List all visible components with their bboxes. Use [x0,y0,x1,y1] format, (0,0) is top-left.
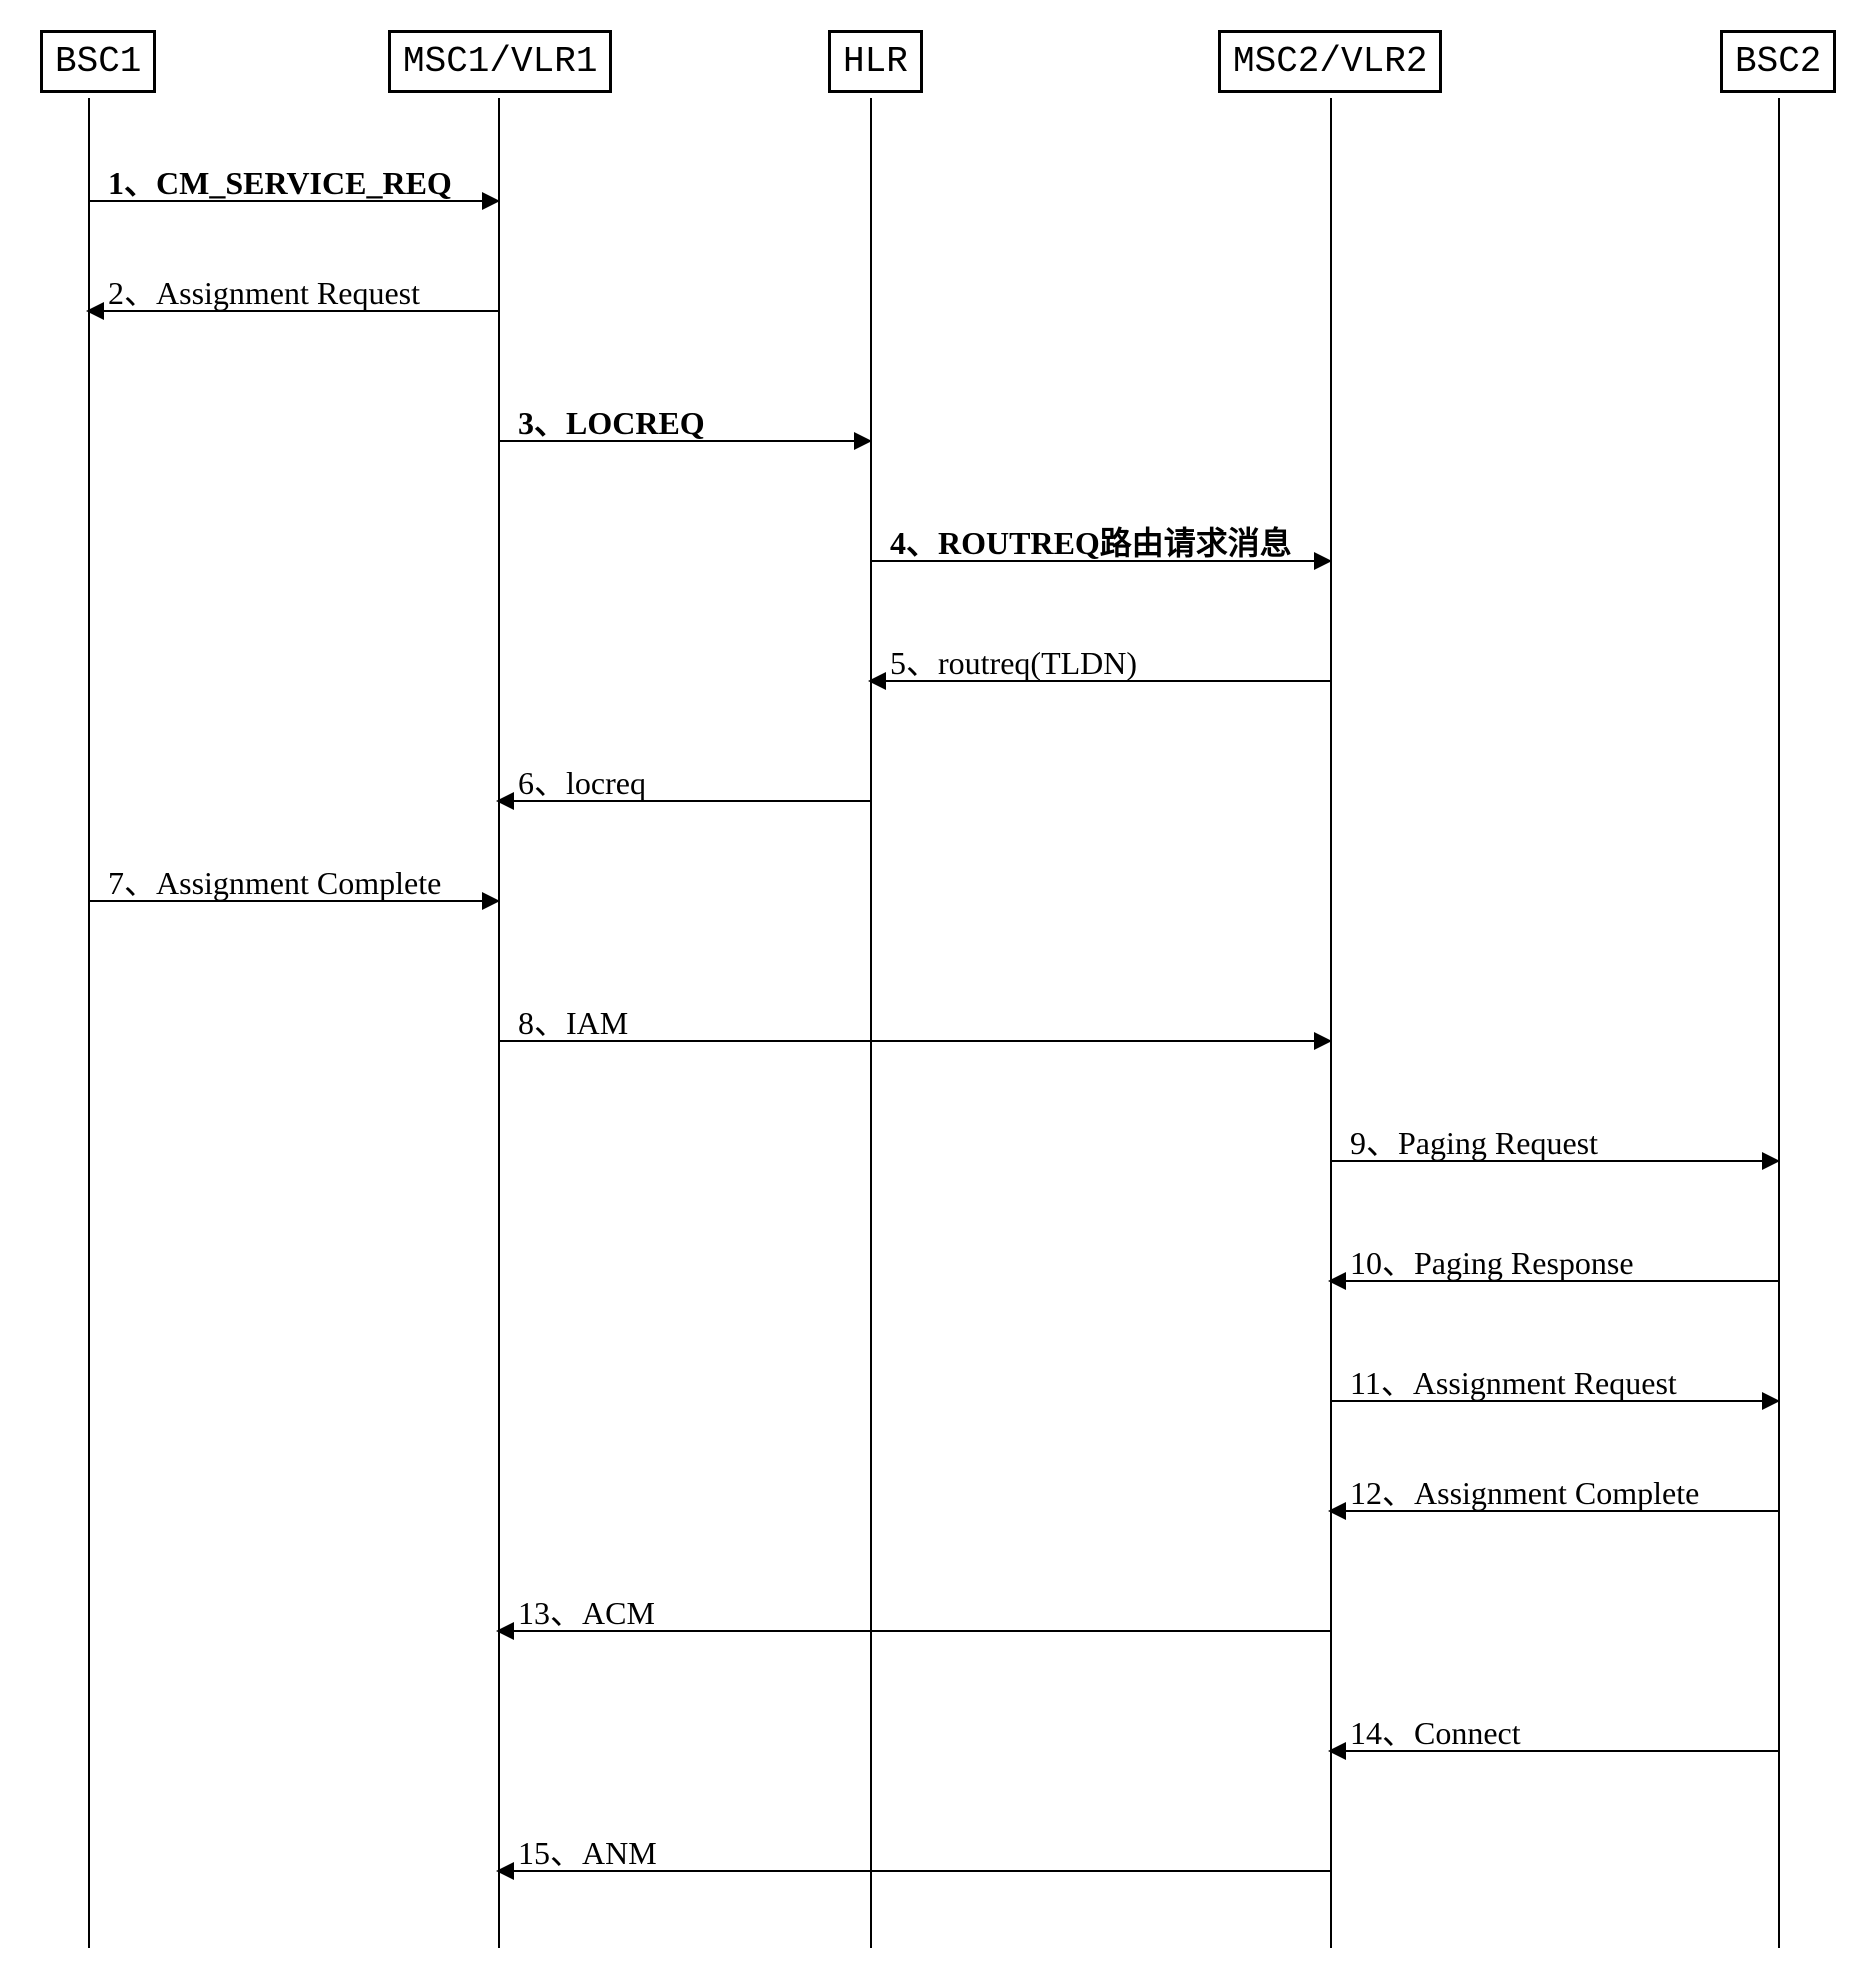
message-label: 14、Connect [1350,1708,1778,1754]
message-label: 12、Assignment Complete [1350,1468,1778,1514]
message-label: 11、Assignment Request [1350,1358,1778,1404]
message-label: 8、IAM [518,998,1330,1044]
participant-bsc2: BSC2 [1720,30,1836,93]
participant-bsc1: BSC1 [40,30,156,93]
message-label: 15、ANM [518,1828,1330,1874]
sequence-diagram: BSC1 MSC1/VLR1 HLR MSC2/VLR2 BSC2 1、CM_S… [20,20,1848,1957]
message-label: 4、ROUTREQ路由请求消息 [890,518,1330,564]
participant-msc1-vlr1: MSC1/VLR1 [388,30,612,93]
lifeline-bsc1 [88,98,90,1948]
lifeline-msc2 [1330,98,1332,1948]
message-label: 13、ACM [518,1588,1330,1634]
participant-msc2-vlr2: MSC2/VLR2 [1218,30,1442,93]
message-label: 9、Paging Request [1350,1118,1778,1164]
message-label: 7、Assignment Complete [108,858,498,904]
message-label: 1、CM_SERVICE_REQ [108,158,498,204]
message-label: 10、Paging Response [1350,1238,1778,1284]
message-label: 5、routreq(TLDN) [890,638,1330,684]
message-label: 6、locreq [518,758,870,804]
lifeline-msc1 [498,98,500,1948]
lifeline-bsc2 [1778,98,1780,1948]
message-label: 3、LOCREQ [518,398,870,444]
message-label: 2、Assignment Request [108,268,498,314]
participant-hlr: HLR [828,30,923,93]
